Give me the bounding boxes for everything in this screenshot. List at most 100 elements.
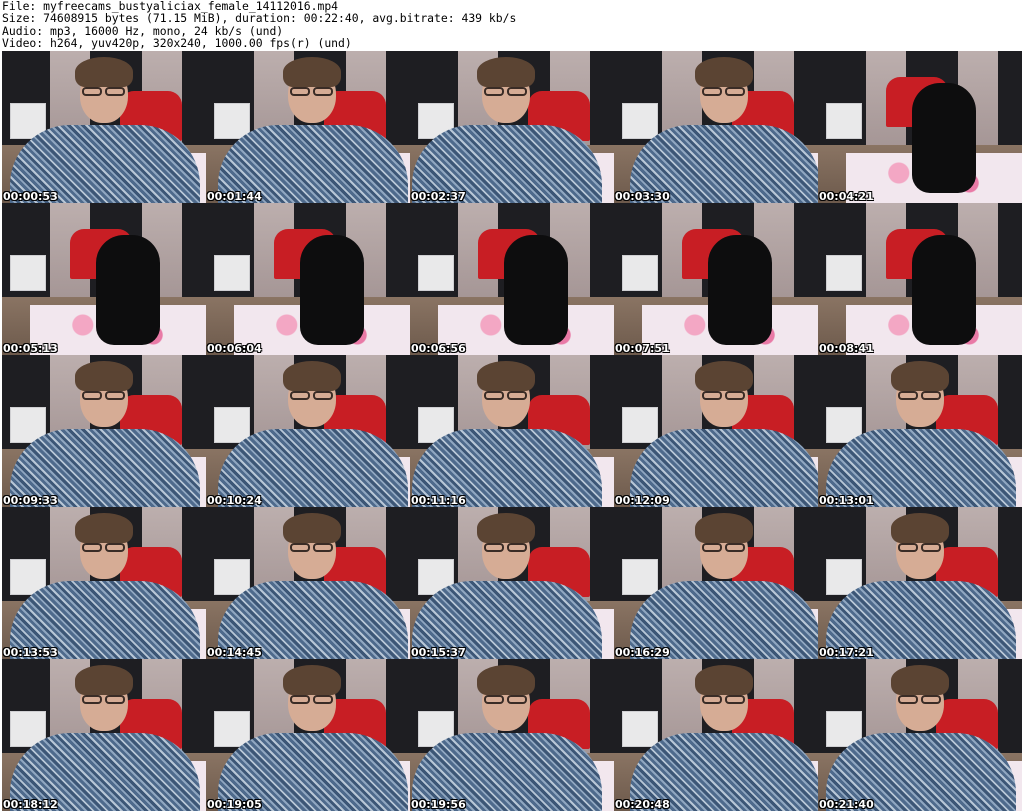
hair bbox=[75, 361, 133, 391]
hair bbox=[891, 665, 949, 695]
glasses-icon bbox=[507, 543, 527, 552]
video-thumbnail: 00:06:04 bbox=[206, 203, 410, 355]
hair bbox=[75, 665, 133, 695]
radiator bbox=[826, 103, 862, 139]
webcam-person bbox=[410, 51, 614, 203]
hair bbox=[283, 57, 341, 87]
hair bbox=[283, 665, 341, 695]
glasses-icon bbox=[702, 695, 722, 704]
radiator bbox=[622, 255, 658, 291]
glasses-icon bbox=[82, 391, 102, 400]
video-thumbnail: 00:10:24 bbox=[206, 355, 410, 507]
video-thumbnail: 00:05:13 bbox=[2, 203, 206, 355]
hair bbox=[695, 665, 753, 695]
timestamp-label: 00:16:29 bbox=[615, 646, 670, 659]
video-thumbnail: 00:00:53 bbox=[2, 51, 206, 203]
glasses-icon bbox=[725, 87, 745, 96]
video-thumbnail: 00:07:51 bbox=[614, 203, 818, 355]
video-thumbnail: 00:12:09 bbox=[614, 355, 818, 507]
glasses-icon bbox=[898, 543, 918, 552]
timestamp-label: 00:14:45 bbox=[207, 646, 262, 659]
hair bbox=[891, 361, 949, 391]
glasses-icon bbox=[725, 695, 745, 704]
video-thumbnail: 00:15:37 bbox=[410, 507, 614, 659]
video-thumbnail: 00:13:53 bbox=[2, 507, 206, 659]
timestamp-label: 00:19:05 bbox=[207, 798, 262, 811]
glasses-icon bbox=[484, 87, 504, 96]
video-info-line: Video: h264, yuv420p, 320x240, 1000.00 f… bbox=[2, 36, 352, 51]
webcam-person bbox=[206, 51, 410, 203]
hair bbox=[477, 665, 535, 695]
glasses-icon bbox=[313, 543, 333, 552]
glasses-icon bbox=[507, 391, 527, 400]
glasses-icon bbox=[898, 695, 918, 704]
timestamp-label: 00:19:56 bbox=[411, 798, 466, 811]
video-thumbnail: 00:19:05 bbox=[206, 659, 410, 811]
hair bbox=[75, 513, 133, 543]
glasses-icon bbox=[702, 87, 722, 96]
hair bbox=[283, 361, 341, 391]
glasses-icon bbox=[290, 695, 310, 704]
glasses-icon bbox=[313, 695, 333, 704]
file-size-line: Size: 74608915 bytes (71.15 MiB), durati… bbox=[2, 11, 517, 26]
webcam-person bbox=[2, 51, 206, 203]
video-thumbnail: 00:01:44 bbox=[206, 51, 410, 203]
glasses-icon bbox=[105, 391, 125, 400]
glasses-icon bbox=[82, 87, 102, 96]
webcam-person bbox=[614, 507, 818, 659]
webcam-person bbox=[410, 659, 614, 811]
video-thumbnail: 00:18:12 bbox=[2, 659, 206, 811]
video-thumbnail: 00:11:16 bbox=[410, 355, 614, 507]
timestamp-label: 00:18:12 bbox=[3, 798, 58, 811]
webcam-person bbox=[2, 507, 206, 659]
office-chair-back bbox=[912, 235, 976, 345]
glasses-icon bbox=[507, 87, 527, 96]
webcam-person bbox=[206, 659, 410, 811]
video-thumbnail: 00:13:01 bbox=[818, 355, 1022, 507]
radiator bbox=[826, 255, 862, 291]
timestamp-label: 00:06:04 bbox=[207, 342, 262, 355]
webcam-person bbox=[614, 355, 818, 507]
webcam-person bbox=[818, 507, 1022, 659]
timestamp-label: 00:13:01 bbox=[819, 494, 874, 507]
glasses-icon bbox=[105, 87, 125, 96]
glasses-icon bbox=[725, 391, 745, 400]
video-thumbnail: 00:17:21 bbox=[818, 507, 1022, 659]
hair bbox=[891, 513, 949, 543]
hair bbox=[695, 513, 753, 543]
glasses-icon bbox=[313, 87, 333, 96]
timestamp-label: 00:06:56 bbox=[411, 342, 466, 355]
timestamp-label: 00:01:44 bbox=[207, 190, 262, 203]
timestamp-label: 00:08:41 bbox=[819, 342, 874, 355]
glasses-icon bbox=[898, 391, 918, 400]
glasses-icon bbox=[105, 695, 125, 704]
glasses-icon bbox=[290, 87, 310, 96]
webcam-person bbox=[2, 659, 206, 811]
glasses-icon bbox=[484, 543, 504, 552]
video-thumbnail: 00:04:21 bbox=[818, 51, 1022, 203]
glasses-icon bbox=[921, 391, 941, 400]
office-chair-back bbox=[300, 235, 364, 345]
timestamp-label: 00:09:33 bbox=[3, 494, 58, 507]
timestamp-label: 00:13:53 bbox=[3, 646, 58, 659]
webcam-person bbox=[410, 355, 614, 507]
glasses-icon bbox=[921, 543, 941, 552]
glasses-icon bbox=[484, 695, 504, 704]
glasses-icon bbox=[105, 543, 125, 552]
glasses-icon bbox=[725, 543, 745, 552]
glasses-icon bbox=[484, 391, 504, 400]
video-thumbnail: 00:19:56 bbox=[410, 659, 614, 811]
webcam-person bbox=[2, 355, 206, 507]
timestamp-label: 00:03:30 bbox=[615, 190, 670, 203]
video-thumbnail: 00:20:48 bbox=[614, 659, 818, 811]
webcam-person bbox=[818, 659, 1022, 811]
timestamp-label: 00:07:51 bbox=[615, 342, 670, 355]
thumbnail-grid: 00:00:53 00:01:44 00:02:37 00:03:30 00:04:21… bbox=[2, 51, 1022, 811]
video-thumbnail: 00:02:37 bbox=[410, 51, 614, 203]
glasses-icon bbox=[702, 391, 722, 400]
office-chair-back bbox=[912, 83, 976, 193]
glasses-icon bbox=[82, 543, 102, 552]
video-thumbnail: 00:09:33 bbox=[2, 355, 206, 507]
webcam-person bbox=[818, 355, 1022, 507]
glasses-icon bbox=[82, 695, 102, 704]
